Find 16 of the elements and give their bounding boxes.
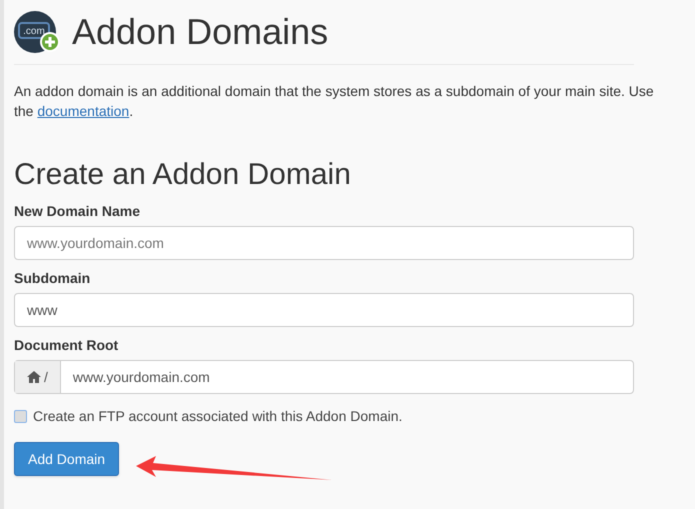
checkbox-label: Create an FTP account associated with this Addon Domain. [33,407,402,426]
field-label: New Domain Name [14,202,142,221]
documentation-link[interactable]: documentation [37,103,130,119]
field-label: Document Root [14,336,120,355]
document-root-field[interactable]: / www.yourdomain.com [14,360,634,394]
section-title: Create an Addon Domain [14,157,352,193]
text-field[interactable]: www [14,293,634,327]
home-icon [27,371,41,383]
ftp-checkbox[interactable] [14,410,27,423]
path-input[interactable]: www.yourdomain.com [60,361,633,393]
path-prefix: / [44,368,48,386]
description-text: An addon domain is an additional domain that the system stores as a subdomain of your main site. Use the documentation. [14,82,654,121]
add-domain-button[interactable]: Add Domain [14,442,120,476]
field-label: Subdomain [14,269,92,288]
page-title: Addon Domains [72,10,328,54]
text-field[interactable]: www.yourdomain.com [14,226,634,260]
